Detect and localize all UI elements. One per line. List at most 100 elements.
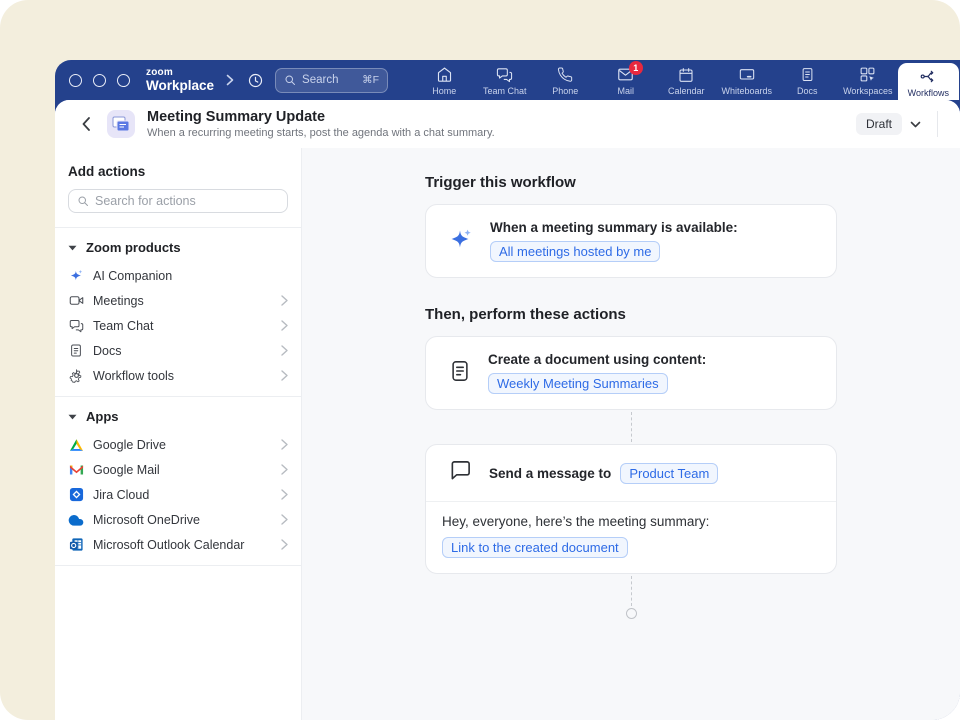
onedrive-icon	[68, 512, 84, 528]
sidebar-item-docs[interactable]: Docs	[55, 338, 301, 363]
tab-team-chat[interactable]: Team Chat	[475, 60, 536, 100]
tab-docs[interactable]: Docs	[777, 60, 838, 100]
sidebar-item-jira-cloud[interactable]: Jira Cloud	[55, 482, 301, 507]
trigger-card[interactable]: When a meeting summary is available: All…	[425, 204, 837, 278]
outlook-calendar-icon	[68, 537, 84, 553]
chevron-right-icon	[281, 295, 288, 306]
status-badge[interactable]: Draft	[856, 113, 902, 135]
status-dropdown-button[interactable]	[910, 121, 921, 128]
chevron-right-icon	[281, 439, 288, 450]
workflow-header: Meeting Summary Update When a recurring …	[55, 100, 960, 148]
search-placeholder: Search	[302, 74, 338, 86]
sidebar-item-label: AI Companion	[93, 269, 172, 283]
caret-down-icon	[68, 245, 77, 251]
chevron-right-icon	[281, 539, 288, 550]
search-shortcut: ⌘F	[362, 74, 379, 86]
caret-down-icon	[68, 414, 77, 420]
tab-workspaces[interactable]: Workspaces	[838, 60, 899, 100]
sidebar-item-google-mail[interactable]: Google Mail	[55, 457, 301, 482]
add-step-node[interactable]	[626, 608, 637, 619]
whiteboards-icon	[738, 67, 756, 83]
home-icon	[436, 66, 453, 83]
sidebar-item-ai-companion[interactable]: AI Companion	[55, 263, 301, 288]
chevron-right-icon	[281, 514, 288, 525]
window-control-minimize[interactable]	[93, 74, 106, 87]
sidebar-item-label: Jira Cloud	[93, 488, 149, 502]
tab-home[interactable]: Home	[414, 60, 475, 100]
tab-calendar[interactable]: Calendar	[656, 60, 717, 100]
chevron-right-icon	[281, 370, 288, 381]
document-content-chip[interactable]: Weekly Meeting Summaries	[488, 373, 668, 394]
tab-label: Home	[432, 86, 456, 96]
chat-bubble-icon	[449, 459, 472, 487]
history-icon[interactable]	[247, 72, 264, 89]
chevron-right-icon	[281, 320, 288, 331]
window-control-close[interactable]	[69, 74, 82, 87]
workspaces-icon	[859, 66, 876, 83]
ai-companion-icon	[449, 227, 473, 256]
sidebar-item-label: Meetings	[93, 294, 144, 308]
content-sheet: Meeting Summary Update When a recurring …	[55, 100, 960, 720]
search-placeholder: Search for actions	[95, 194, 196, 208]
message-recipient-chip[interactable]: Product Team	[620, 463, 718, 484]
tab-label: Docs	[797, 86, 818, 96]
sidebar-item-meetings[interactable]: Meetings	[55, 288, 301, 313]
header-actions: Draft	[856, 111, 944, 137]
google-drive-icon	[68, 437, 84, 453]
sidebar-divider	[55, 565, 301, 566]
window-controls[interactable]	[69, 74, 130, 87]
docs-icon	[800, 66, 815, 83]
section-zoom-products[interactable]: Zoom products	[55, 228, 301, 263]
search-icon	[284, 74, 296, 86]
sidebar-title: Add actions	[55, 156, 301, 189]
tab-workflows[interactable]: Workflows	[898, 63, 959, 100]
sidebar-item-label: Workflow tools	[93, 369, 174, 383]
navbar-expand-chevron-icon[interactable]	[226, 74, 234, 86]
send-message-card[interactable]: Send a message to Product Team Hey, ever…	[425, 444, 837, 574]
global-search-input[interactable]: Search ⌘F	[275, 68, 388, 93]
navbar-tabs: Home Team Chat Phone 1 Mail Calend	[414, 60, 960, 100]
trigger-scope-chip[interactable]: All meetings hosted by me	[490, 241, 660, 262]
actions-sidebar: Add actions Search for actions Zoom prod…	[55, 148, 302, 720]
tab-phone[interactable]: Phone	[535, 60, 596, 100]
tab-label: Team Chat	[483, 86, 527, 96]
workflow-connector	[631, 576, 632, 606]
sidebar-item-team-chat[interactable]: Team Chat	[55, 313, 301, 338]
document-link-chip[interactable]: Link to the created document	[442, 537, 628, 558]
body-wrap: Add actions Search for actions Zoom prod…	[55, 148, 960, 720]
section-apps[interactable]: Apps	[55, 397, 301, 432]
actions-search-input[interactable]: Search for actions	[68, 189, 288, 213]
tab-whiteboards[interactable]: Whiteboards	[717, 60, 778, 100]
tab-label: Calendar	[668, 86, 705, 96]
logo-workplace-text: Workplace	[146, 79, 214, 93]
search-icon	[77, 195, 89, 207]
document-icon	[449, 359, 471, 388]
tab-label: Workflows	[908, 88, 949, 98]
workflow-thumbnail-icon	[107, 110, 135, 138]
window-control-maximize[interactable]	[117, 74, 130, 87]
sidebar-item-label: Google Mail	[93, 463, 160, 477]
sidebar-item-google-drive[interactable]: Google Drive	[55, 432, 301, 457]
tab-mail[interactable]: 1 Mail	[596, 60, 657, 100]
top-navbar: zoom Workplace Search ⌘F Home	[55, 60, 960, 100]
sidebar-item-workflow-tools[interactable]: Workflow tools	[55, 363, 301, 388]
mail-unread-badge: 1	[629, 61, 643, 75]
ai-companion-icon	[68, 268, 84, 284]
section-label: Apps	[86, 409, 119, 424]
chevron-right-icon	[281, 464, 288, 475]
phone-icon	[557, 67, 573, 83]
zoom-workplace-logo: zoom Workplace	[146, 68, 214, 93]
sidebar-item-microsoft-outlook-calendar[interactable]: Microsoft Outlook Calendar	[55, 532, 301, 557]
back-button[interactable]	[81, 116, 91, 132]
meetings-icon	[68, 293, 84, 309]
logo-zoom-text: zoom	[146, 68, 214, 78]
team-chat-icon	[496, 66, 513, 83]
chevron-right-icon	[281, 489, 288, 500]
create-document-card[interactable]: Create a document using content: Weekly …	[425, 336, 837, 410]
sidebar-item-label: Docs	[93, 344, 121, 358]
workflow-canvas: Trigger this workflow When a meeting sum…	[302, 148, 960, 720]
send-message-text: Send a message to	[489, 466, 611, 481]
tab-label: Workspaces	[843, 86, 892, 96]
chevron-left-icon	[81, 116, 91, 132]
sidebar-item-microsoft-onedrive[interactable]: Microsoft OneDrive	[55, 507, 301, 532]
